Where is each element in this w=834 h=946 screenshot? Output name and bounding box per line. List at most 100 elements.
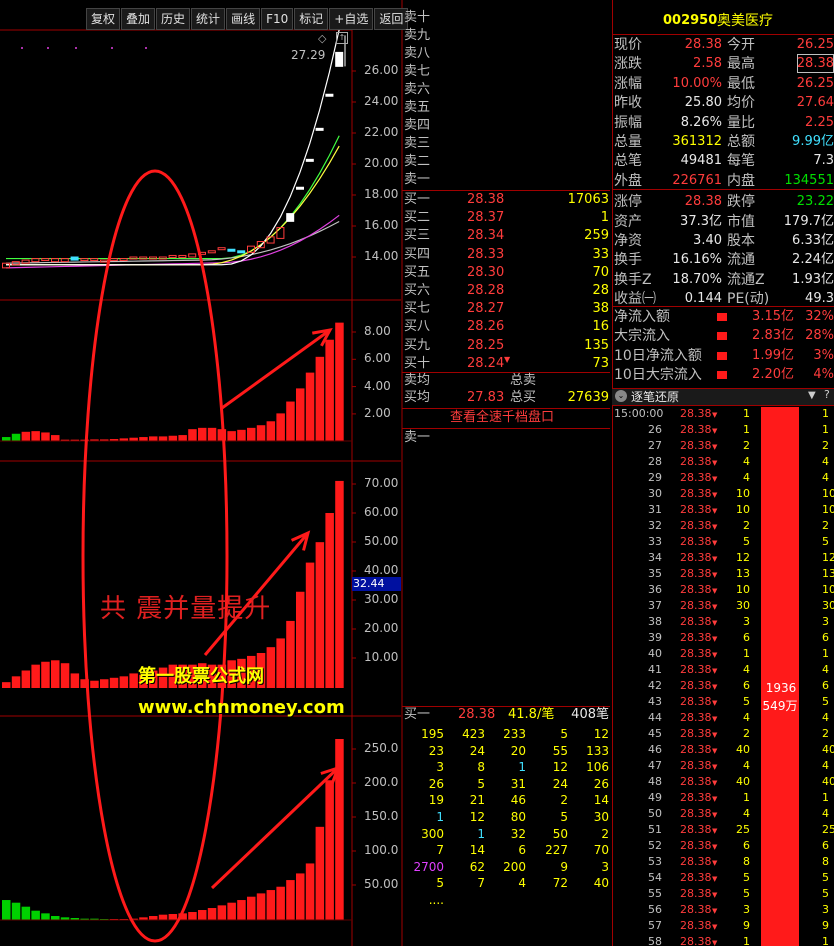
tick-volume: 1 bbox=[743, 647, 750, 660]
queue-volume: 4 bbox=[518, 876, 526, 891]
tick-volume: 5 bbox=[743, 887, 750, 900]
fund-flow-label: 大宗流入 bbox=[614, 328, 670, 345]
panel2-bar bbox=[11, 433, 21, 441]
buy-level-price[interactable]: 28.37 bbox=[467, 209, 504, 227]
panel3-tick-label: 40.00 bbox=[364, 563, 399, 577]
panel2-tick-label: 2.00 bbox=[364, 405, 391, 420]
tick-price: 28.38 bbox=[680, 631, 712, 644]
tick-title: 逐笔还原 bbox=[631, 390, 680, 404]
buy-level-volume: 38 bbox=[592, 301, 609, 317]
toolbar-button-stats[interactable]: 统计 bbox=[191, 8, 226, 30]
quote-field-value: 26.25 bbox=[796, 37, 834, 52]
view-full-depth-link[interactable]: 查看全速千档盘口 bbox=[450, 409, 554, 427]
down-arrow-icon: ▼ bbox=[712, 491, 718, 499]
tick-time: 32 bbox=[648, 519, 662, 532]
queue-volume: 12 bbox=[469, 810, 485, 824]
queue-volume: 23 bbox=[428, 743, 444, 758]
tick-time: 26 bbox=[648, 423, 662, 436]
panel3-tick-label: 20.00 bbox=[364, 621, 399, 635]
panel4-bar bbox=[168, 914, 178, 920]
tick-price: 28.38 bbox=[680, 599, 712, 612]
tick-time: 34 bbox=[648, 551, 662, 564]
tick-time: 45 bbox=[648, 727, 662, 740]
buy-level-price[interactable]: 28.38 bbox=[467, 191, 504, 209]
buy-level-price[interactable]: 28.28 bbox=[467, 282, 504, 300]
panel3-tick-label: 70.00 bbox=[364, 476, 399, 490]
buy-level-price[interactable]: 28.26 bbox=[467, 318, 504, 336]
tick-price: 28.38 bbox=[680, 519, 712, 532]
toolbar-button-add-favorite[interactable]: +自选 bbox=[329, 8, 374, 30]
toolbar-button-mark[interactable]: 标记 bbox=[294, 8, 329, 30]
tick-volume-right: 2 bbox=[822, 727, 829, 740]
tick-price: 28.38 bbox=[680, 551, 712, 564]
fund-flow-label: 10日净流入额 bbox=[614, 347, 702, 364]
buy-level-price[interactable]: 28.34 bbox=[467, 227, 504, 245]
down-arrow-icon: ▼ bbox=[712, 907, 718, 915]
quote-field-value: 7.3 bbox=[813, 153, 834, 169]
buy-level-volume: 73 bbox=[592, 355, 609, 371]
queue-volume: 195 bbox=[421, 727, 444, 741]
queue-volume: 26 bbox=[593, 776, 609, 791]
queue-volume: 423 bbox=[462, 727, 485, 741]
panel-settings-icon[interactable]: ◇ bbox=[318, 32, 326, 45]
queue-volume: 70 bbox=[593, 843, 609, 858]
quote-field-value: 3.40 bbox=[693, 233, 722, 248]
panel3-bar bbox=[11, 676, 21, 688]
queue-volume: 2 bbox=[560, 793, 568, 808]
quote-field-label: 市值 bbox=[727, 213, 755, 230]
buy-level-price[interactable]: 28.30 bbox=[467, 264, 504, 282]
toolbar-button-restore-rights[interactable]: 复权 bbox=[86, 8, 121, 30]
sell-level-label: 卖五 bbox=[404, 100, 431, 115]
buy-level-price[interactable]: 28.33 bbox=[467, 246, 504, 264]
panel2-bar bbox=[21, 431, 31, 441]
quote-field-label: 跌停 bbox=[727, 194, 755, 211]
tick-volume: 1 bbox=[743, 935, 750, 946]
toolbar-button-draw[interactable]: 画线 bbox=[226, 8, 261, 30]
tick-volume: 6 bbox=[743, 839, 750, 852]
toolbar-button-f10[interactable]: F10 bbox=[261, 8, 294, 30]
tick-time: 38 bbox=[648, 615, 662, 628]
panel3-bar bbox=[109, 677, 119, 688]
panel4-tick-label: 250.0 bbox=[364, 741, 399, 755]
tick-price: 28.38 bbox=[680, 663, 712, 676]
tick-time: 30 bbox=[648, 487, 662, 500]
queue-volume: 32 bbox=[510, 826, 526, 841]
tick-volume-right: 1 bbox=[822, 423, 829, 436]
panel4-bar bbox=[315, 826, 325, 920]
ma-line-60 bbox=[6, 135, 340, 260]
tick-volume-right: 5 bbox=[822, 535, 829, 548]
queue-volume: 106 bbox=[586, 760, 609, 775]
tick-volume-right: 4 bbox=[822, 711, 829, 724]
buy-level-price[interactable]: 28.27 bbox=[467, 300, 504, 318]
queue-volume: 24 bbox=[552, 776, 568, 791]
panel4-bar bbox=[207, 908, 217, 920]
panel4-bar bbox=[198, 910, 207, 920]
cumulative-amount: 549万 bbox=[762, 699, 798, 713]
quote-field-value: 25.80 bbox=[684, 95, 722, 111]
tick-volume: 4 bbox=[743, 455, 750, 468]
buy-level-price[interactable]: 28.24 bbox=[467, 355, 504, 373]
tick-volume-right: 1 bbox=[822, 791, 829, 804]
down-arrow-icon: ▼ bbox=[712, 891, 718, 899]
filter-icon[interactable]: ▼ bbox=[808, 390, 816, 401]
buy-avg-label: 买均 bbox=[404, 390, 431, 405]
down-arrow-icon: ▼ bbox=[712, 859, 718, 867]
buy-level-label: 买一 bbox=[404, 192, 431, 207]
toolbar-button-history[interactable]: 历史 bbox=[156, 8, 191, 30]
sell-level-label: 卖九 bbox=[404, 28, 431, 43]
quote-field-label: 股本 bbox=[727, 233, 755, 249]
panel2-bar bbox=[325, 339, 334, 441]
collapse-icon[interactable]: ⌄ bbox=[615, 390, 627, 402]
panel-scroll-icon[interactable]: ↑ bbox=[336, 32, 348, 44]
tick-volume: 9 bbox=[743, 919, 750, 932]
tick-volume: 8 bbox=[743, 855, 750, 868]
panel4-tick-label: 100.0 bbox=[364, 843, 399, 857]
tick-time: 35 bbox=[648, 567, 662, 580]
help-icon[interactable]: ? bbox=[824, 388, 830, 401]
toolbar-button-overlay[interactable]: 叠加 bbox=[121, 8, 156, 30]
quote-field-label: 净资 bbox=[614, 233, 642, 249]
queue-volume: 7 bbox=[436, 843, 444, 858]
tick-price: 28.38 bbox=[680, 455, 712, 468]
buy-level-price[interactable]: 28.25 bbox=[467, 337, 504, 355]
down-arrow-icon: ▼ bbox=[712, 555, 718, 563]
